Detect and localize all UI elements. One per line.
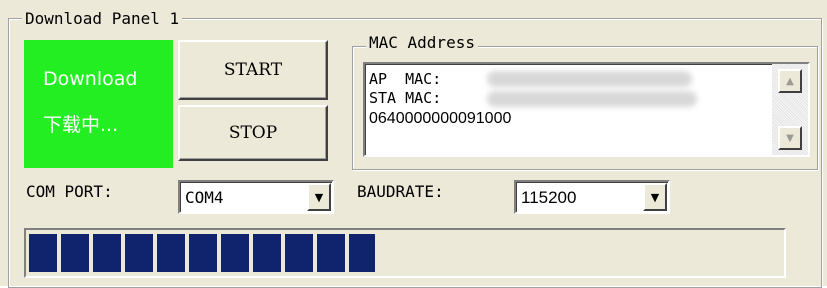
progress-fill: [29, 234, 375, 272]
panel-title: Download Panel 1: [22, 10, 183, 28]
download-panel: Download Panel 1 Download 下载中... START S…: [0, 0, 827, 288]
download-progress-bar: [24, 228, 786, 278]
baudrate-label: BAUDRATE:: [357, 182, 444, 201]
baudrate-select[interactable]: 115200 ▼: [514, 180, 670, 214]
ap-mac-redacted: [487, 71, 692, 87]
sta-mac-line: STA MAC:: [369, 89, 460, 107]
stop-button-label: STOP: [228, 123, 278, 143]
baudrate-value: 115200: [521, 188, 577, 207]
device-id-line: 0640000000091000: [369, 110, 512, 127]
start-button-label: START: [223, 60, 283, 80]
scroll-down-icon[interactable]: ▼: [778, 126, 802, 150]
sta-mac-redacted: [487, 91, 697, 107]
mac-textarea-scrollbar[interactable]: ▲ ▼: [772, 64, 808, 155]
chevron-down-icon[interactable]: ▼: [643, 183, 667, 211]
ap-mac-line: AP MAC:: [369, 70, 442, 88]
mac-group-title: MAC Address: [366, 34, 478, 52]
status-text-downloading: 下载中...: [43, 114, 119, 136]
com-port-select[interactable]: COM4 ▼: [178, 180, 334, 214]
status-text-download: Download: [43, 68, 138, 90]
chevron-down-icon[interactable]: ▼: [307, 183, 331, 211]
stop-button[interactable]: STOP: [178, 105, 328, 161]
com-port-value: COM4: [185, 188, 224, 207]
mac-address-textarea[interactable]: AP MAC: STA MAC: 0640000000091000 ▲ ▼: [363, 62, 810, 157]
download-status-indicator: Download 下载中...: [24, 40, 173, 168]
start-button[interactable]: START: [178, 40, 328, 100]
com-port-label: COM PORT:: [26, 182, 113, 201]
scroll-up-icon[interactable]: ▲: [778, 69, 802, 93]
